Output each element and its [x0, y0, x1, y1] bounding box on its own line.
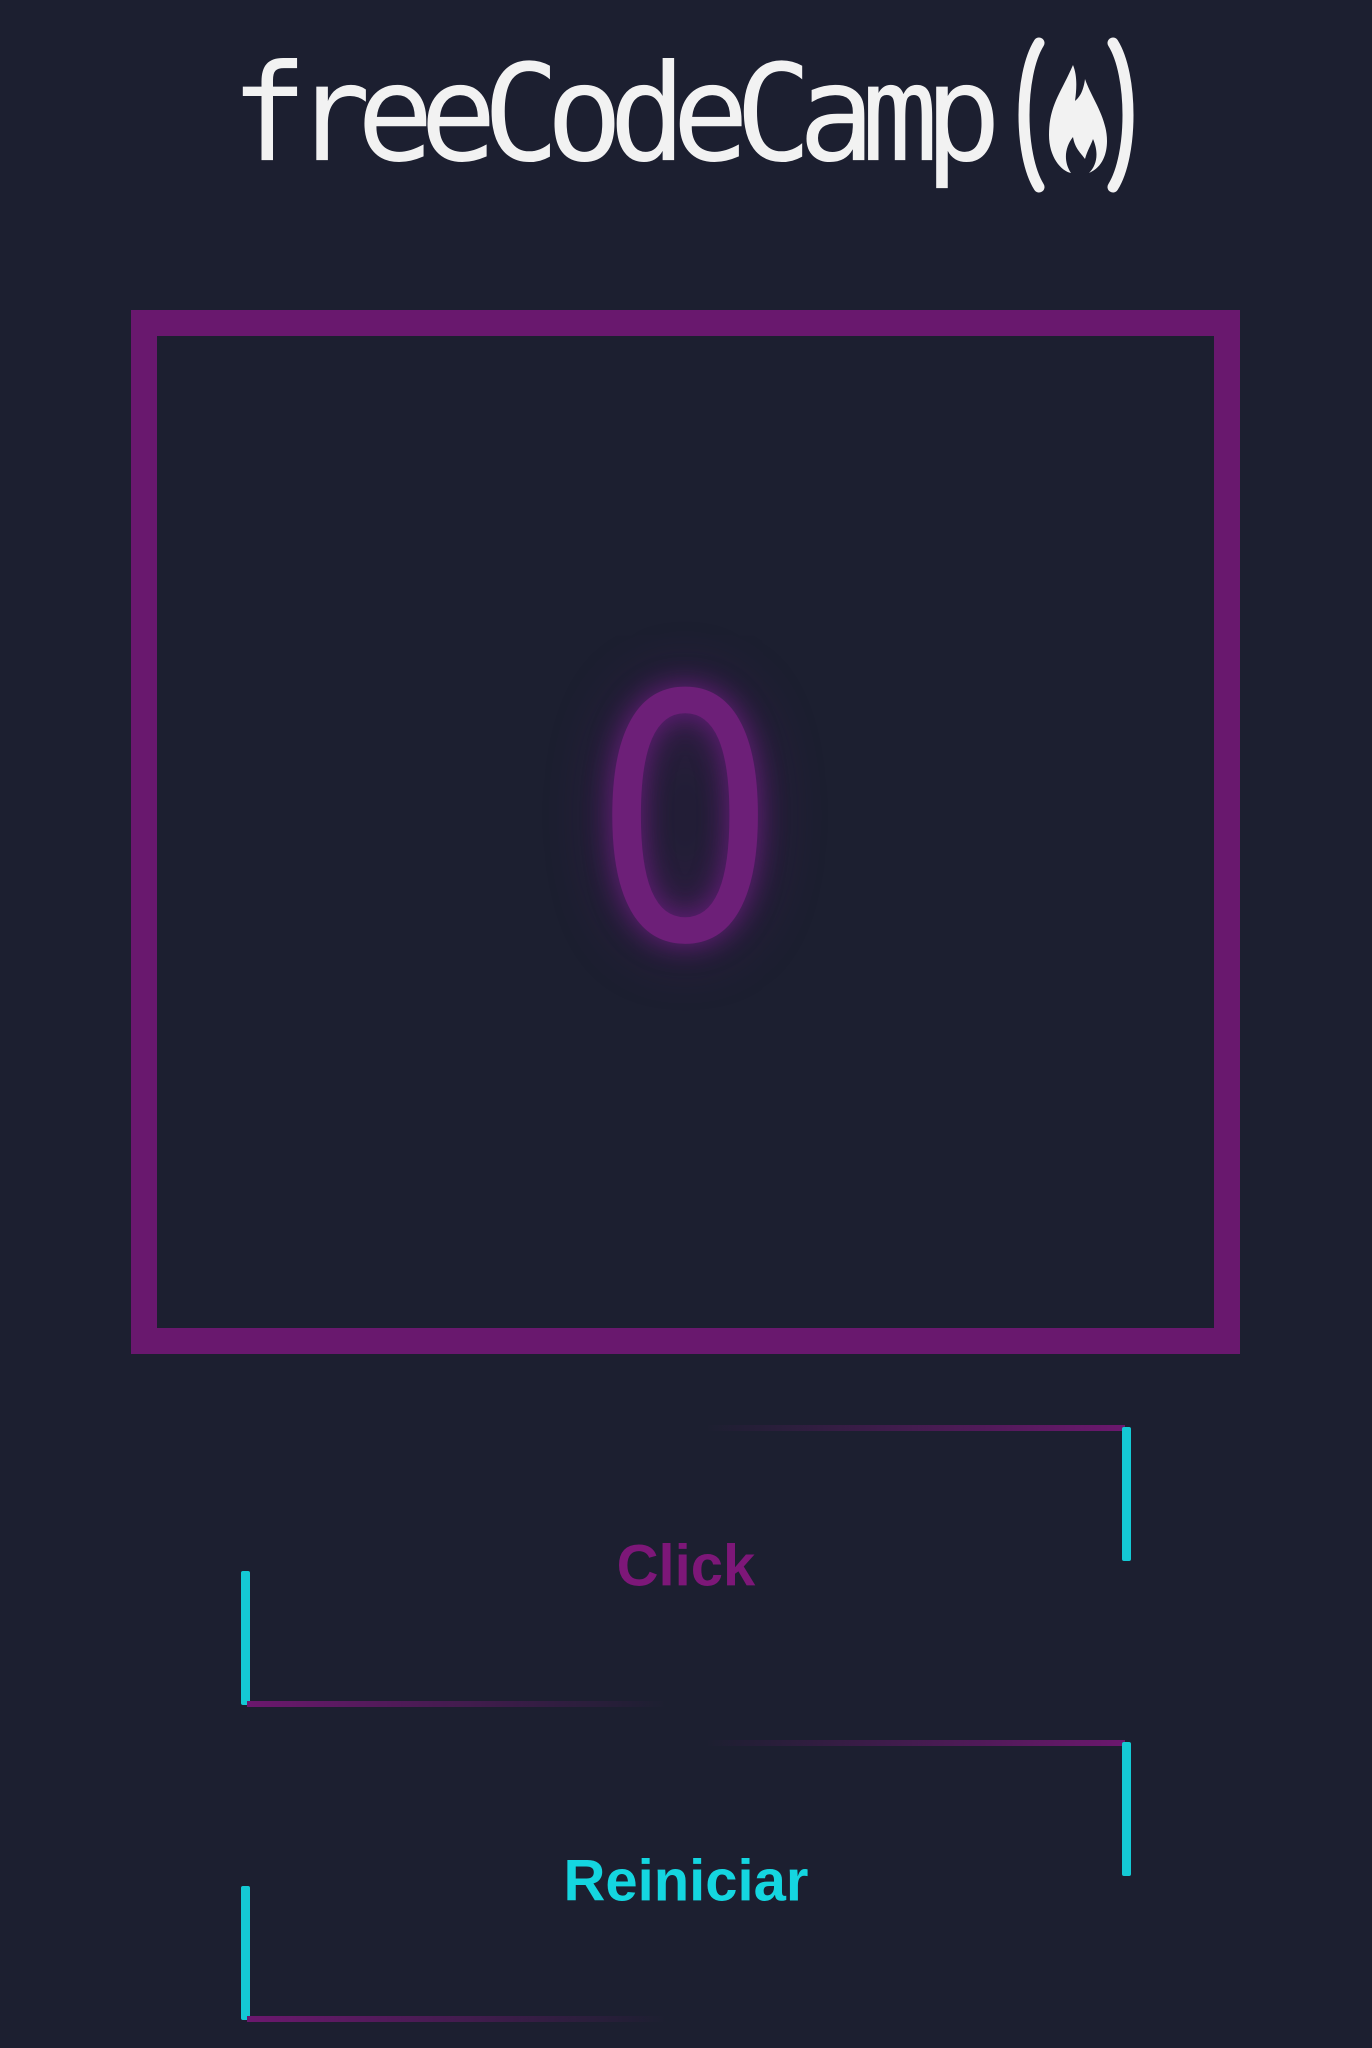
- logo-text: freeCodeCamp: [230, 36, 1002, 193]
- button-top-accent-line: [705, 1425, 1125, 1431]
- reset-button[interactable]: Reiniciar: [241, 1740, 1131, 2022]
- button-left-accent-bar: [241, 1886, 250, 2020]
- click-button[interactable]: Click: [241, 1425, 1131, 1707]
- counter-display: 0: [131, 310, 1240, 1354]
- button-bottom-accent-line: [247, 1701, 667, 1707]
- flame-icon: [1011, 35, 1141, 195]
- button-top-accent-line: [705, 1740, 1125, 1746]
- reset-button-label: Reiniciar: [563, 1848, 809, 1914]
- button-left-accent-bar: [241, 1571, 250, 1705]
- click-button-label: Click: [616, 1533, 756, 1599]
- button-bottom-accent-line: [247, 2016, 667, 2022]
- counter-value: 0: [593, 624, 778, 1020]
- freecodecamp-logo: freeCodeCamp: [0, 20, 1372, 210]
